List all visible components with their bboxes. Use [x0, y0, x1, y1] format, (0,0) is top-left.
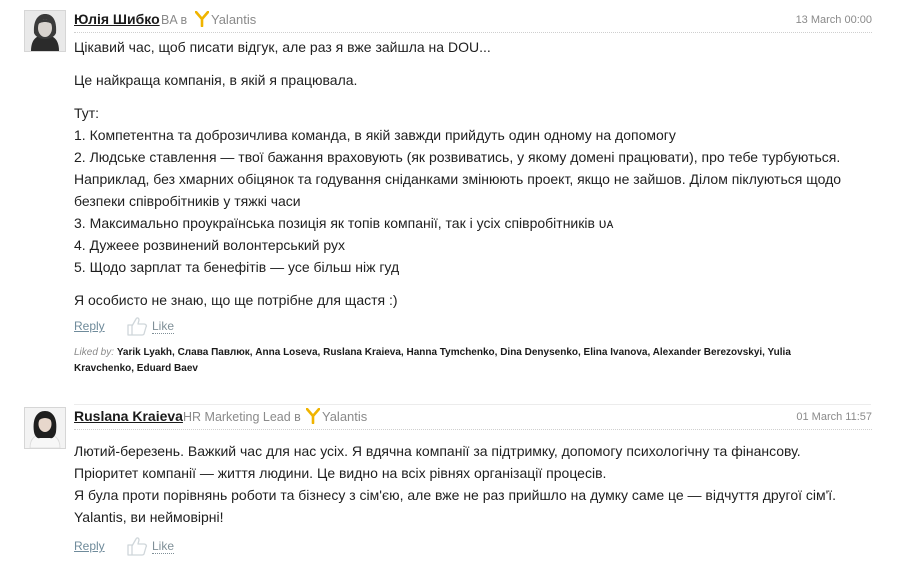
- author-role: BA в: [161, 13, 188, 27]
- liked-by-names[interactable]: Yarik Lyakh, Слава Павлюк, Anna Loseva, …: [117, 347, 791, 358]
- yalantis-logo-icon: [195, 11, 209, 27]
- liked-by-label: Liked by:: [74, 347, 115, 358]
- text-line: Я була проти порівнянь роботи та бізнесу…: [74, 487, 837, 503]
- comment-text: Лютий-березень. Важкий час для нас усіх.…: [74, 440, 872, 528]
- avatar[interactable]: [24, 10, 66, 52]
- thumbs-up-icon: [127, 317, 148, 336]
- liked-by-list: Liked by: Yarik Lyakh, Слава Павлюк, Ann…: [74, 345, 834, 377]
- reply-button[interactable]: Reply: [74, 319, 105, 333]
- comment-divider: [74, 404, 871, 405]
- comment-date: 01 March 11:57: [796, 411, 872, 423]
- text-line: Пріоритет компанії — життя людини. Це ви…: [74, 465, 607, 481]
- company-link[interactable]: Yalantis: [211, 12, 256, 27]
- text-line: Лютий-березень. Важкий час для нас усіх.…: [74, 443, 801, 459]
- text-line: 2. Людське ставлення — твої бажання врах…: [74, 149, 841, 165]
- liked-by-names[interactable]: Kravchenko, Eduard Baev: [74, 363, 198, 374]
- company-link[interactable]: Yalantis: [322, 409, 367, 424]
- text-line: Це найкраща компанія, в якій я працювала…: [74, 72, 358, 88]
- text-line: 1. Компетентна та доброзичлива команда, …: [74, 127, 676, 143]
- text-line: Я особисто не знаю, що ще потрібне для щ…: [74, 292, 398, 308]
- text-line: Тут:: [74, 105, 100, 121]
- text-line: 3. Максимально проукраїнська позиція як …: [74, 215, 614, 231]
- text-line: Yalantis, ви неймовірні!: [74, 509, 224, 525]
- text-line: безпеки співробітників у тяжкі часи: [74, 193, 301, 209]
- avatar[interactable]: [24, 407, 66, 449]
- author-name-link[interactable]: Юлія Шибко: [74, 11, 160, 27]
- author-name-link[interactable]: Ruslana Kraieva: [74, 408, 183, 424]
- reply-button[interactable]: Reply: [74, 539, 105, 553]
- text-line: 5. Щодо зарплат та бенефітів — усе більш…: [74, 259, 400, 275]
- text-line: Цікавий час, щоб писати відгук, але раз …: [74, 39, 491, 55]
- like-label: Like: [152, 539, 175, 554]
- thumbs-up-icon: [127, 537, 148, 556]
- text-line: Наприклад, без хмарних обіцянок та годув…: [74, 171, 842, 187]
- comment-text: Цікавий час, щоб писати відгук, але раз …: [74, 36, 872, 311]
- author-role: HR Marketing Lead в: [183, 410, 301, 424]
- comment-header: Ruslana Kraieva HR Marketing Lead в Yala…: [74, 407, 872, 430]
- comment-header: Юлія Шибко BA в Yalantis 13 March 00:00: [74, 10, 872, 33]
- yalantis-logo-icon: [306, 408, 320, 424]
- like-label: Like: [152, 319, 175, 334]
- comment-date: 13 March 00:00: [795, 14, 872, 26]
- text-line: 4. Дужеее розвинений волонтерський рух: [74, 237, 346, 253]
